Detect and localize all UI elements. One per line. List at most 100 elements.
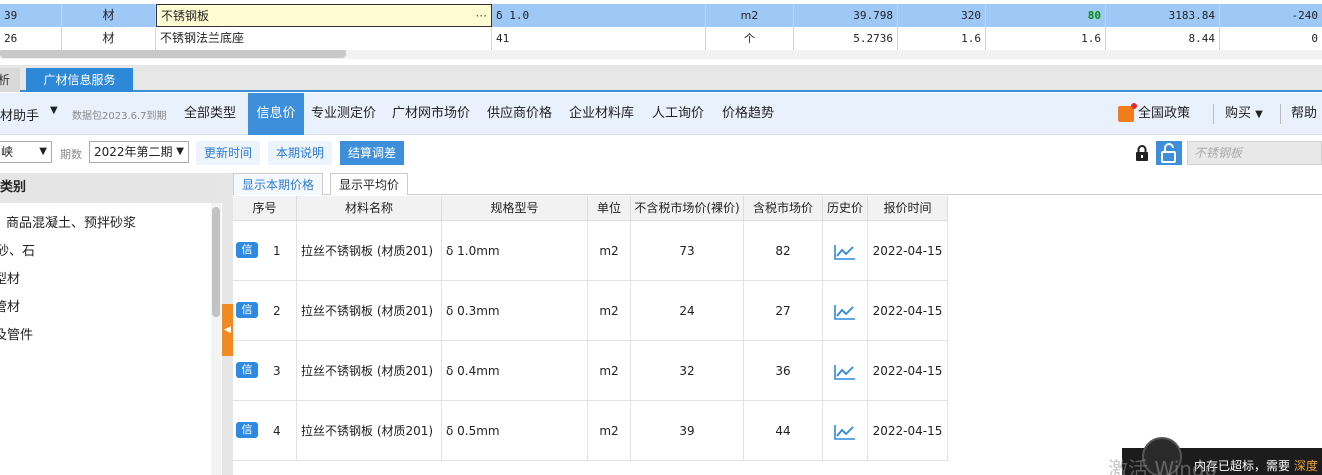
material-spec: δ 0.3mm	[442, 281, 588, 341]
price-inc-tax: 82	[744, 221, 823, 281]
grid-cell-price[interactable]: 1.6	[898, 27, 986, 50]
table-row[interactable]: 信2 拉丝不锈钢板 (材质201) δ 0.3mm m2 24 27 2022-…	[233, 281, 948, 341]
trend-chart-icon[interactable]	[834, 364, 856, 380]
row-number: 4	[273, 424, 281, 438]
grid-cell-no[interactable]: 26	[0, 27, 62, 50]
tab-material-info-service[interactable]: 广材信息服务	[26, 68, 133, 92]
tree-item-sand-stone[interactable]: 砂、石	[0, 240, 35, 259]
grid-cell-qty[interactable]: 39.798	[794, 4, 898, 27]
grid-cell-name[interactable]: 不锈钢法兰底座	[156, 27, 492, 50]
grid-row-selected[interactable]: 39 材 不锈钢板 ··· δ 1.0 m2 39.798 320 80 3183…	[0, 4, 1322, 27]
tree-item-fittings[interactable]: 及管件	[0, 324, 33, 343]
help-link[interactable]: 帮助	[1291, 93, 1317, 135]
unlock-button[interactable]	[1156, 141, 1182, 165]
col-header-price-inc-tax[interactable]: 含税市场价	[744, 196, 823, 221]
grid-cell-no[interactable]: 39	[0, 4, 62, 27]
col-header-name[interactable]: 材料名称	[297, 196, 442, 221]
material-name: 拉丝不锈钢板 (材质201)	[297, 401, 442, 461]
deep-clean-link[interactable]: 深度	[1294, 459, 1318, 473]
national-policy-label: 全国政策	[1138, 106, 1191, 121]
category-professional-price[interactable]: 专业测定价	[307, 93, 380, 135]
chevron-down-icon: ▼	[1255, 109, 1263, 120]
period-note-button[interactable]: 本期说明	[268, 141, 333, 165]
table-row[interactable]: 信4 拉丝不锈钢板 (材质201) δ 0.5mm m2 39 44 2022-…	[233, 401, 948, 461]
region-value: 峡	[1, 145, 14, 159]
category-market-price[interactable]: 广材网市场价	[388, 93, 474, 135]
grid-cell-name-editing[interactable]: 不锈钢板 ···	[156, 4, 492, 27]
ellipsis-button[interactable]: ···	[476, 5, 487, 26]
grid-cell-adjusted-price[interactable]: 80	[986, 4, 1106, 27]
tree-item-concrete[interactable]: 商品混凝土、预拌砂浆	[6, 212, 136, 231]
material-assistant-menu[interactable]: 材助手	[0, 105, 39, 124]
material-name: 拉丝不锈钢板 (材质201)	[297, 341, 442, 401]
history-cell	[823, 281, 868, 341]
update-time-button[interactable]: 更新时间	[196, 141, 261, 165]
material-unit: m2	[588, 341, 631, 401]
category-supplier-price[interactable]: 供应商价格	[483, 93, 556, 135]
grid-cell-type[interactable]: 材	[62, 27, 156, 50]
price-ex-tax: 24	[631, 281, 744, 341]
row-no-cell: 信1	[233, 221, 297, 281]
category-price-trend[interactable]: 价格趋势	[718, 93, 778, 135]
collapse-panel-button[interactable]: ◀	[222, 304, 233, 356]
tab-average-price[interactable]: 显示平均价	[330, 173, 409, 195]
table-row[interactable]: 信3 拉丝不锈钢板 (材质201) δ 0.4mm m2 32 36 2022-…	[233, 341, 948, 401]
buy-menu[interactable]: 购买 ▼	[1225, 93, 1263, 135]
grid-cell-unit[interactable]: 个	[706, 27, 794, 50]
grid-cell-amount[interactable]: 8.44	[1106, 27, 1220, 50]
settle-adjust-button[interactable]: 结算调差	[340, 141, 405, 165]
divider	[1280, 104, 1281, 124]
grid-cell-name-text[interactable]: 不锈钢板	[161, 9, 209, 23]
tree-item-pipe[interactable]: 管材	[0, 296, 20, 315]
grid-cell-spec[interactable]: 41	[492, 27, 706, 50]
grid-cell-diff[interactable]: -240	[1220, 4, 1322, 27]
chevron-down-icon: ▼	[176, 146, 184, 157]
chevron-down-icon[interactable]: ▼	[50, 105, 58, 116]
tree-item-profile[interactable]: 型材	[0, 268, 20, 287]
grid-cell-diff[interactable]: 0	[1220, 27, 1322, 50]
row-no-cell: 信2	[233, 281, 297, 341]
col-header-date[interactable]: 报价时间	[868, 196, 948, 221]
col-header-price-ex-tax[interactable]: 不含税市场价(裸价)	[631, 196, 744, 221]
tab-current-price[interactable]: 显示本期价格	[233, 173, 324, 195]
material-name: 拉丝不锈钢板 (材质201)	[297, 221, 442, 281]
history-cell	[823, 221, 868, 281]
region-select[interactable]: 峡 ▼	[0, 141, 52, 163]
trend-chart-icon[interactable]	[834, 244, 856, 260]
grid-row[interactable]: 26 材 不锈钢法兰底座 41 个 5.2736 1.6 1.6 8.44 0	[0, 27, 1322, 50]
category-manual-inquiry[interactable]: 人工询价	[648, 93, 708, 135]
quote-date: 2022-04-15	[868, 281, 948, 341]
tab-analysis[interactable]: 析	[0, 68, 20, 92]
chevron-down-icon: ▼	[39, 146, 47, 157]
trend-chart-icon[interactable]	[834, 424, 856, 440]
grid-cell-unit[interactable]: m2	[706, 4, 794, 27]
price-inc-tax: 27	[744, 281, 823, 341]
national-policy-link[interactable]: 全国政策	[1118, 93, 1190, 135]
material-search-input[interactable]: 不锈钢板	[1187, 141, 1322, 165]
col-header-history[interactable]: 历史价	[823, 196, 868, 221]
grid-cell-adjusted-price[interactable]: 1.6	[986, 27, 1106, 50]
category-enterprise-library[interactable]: 企业材料库	[565, 93, 638, 135]
grid-cell-price[interactable]: 320	[898, 4, 986, 27]
grid-cell-qty[interactable]: 5.2736	[794, 27, 898, 50]
price-table-header: 序号 材料名称 规格型号 单位 不含税市场价(裸价) 含税市场价 历史价 报价时…	[233, 196, 948, 221]
col-header-no[interactable]: 序号	[233, 196, 297, 221]
category-all-types[interactable]: 全部类型	[180, 93, 240, 135]
category-info-price[interactable]: 信息价	[248, 93, 304, 135]
row-number: 1	[273, 244, 281, 258]
table-row[interactable]: 信1 拉丝不锈钢板 (材质201) δ 1.0mm m2 73 82 2022-…	[233, 221, 948, 281]
col-header-spec[interactable]: 规格型号	[442, 196, 588, 221]
divider	[1213, 104, 1214, 124]
grid-cell-spec[interactable]: δ 1.0	[492, 4, 706, 27]
vertical-scrollbar-thumb[interactable]	[212, 207, 220, 317]
lock-icon[interactable]	[1133, 144, 1151, 162]
trend-chart-icon[interactable]	[834, 304, 856, 320]
grid-cell-amount[interactable]: 3183.84	[1106, 4, 1220, 27]
material-spec: δ 1.0mm	[442, 221, 588, 281]
grid-cell-type[interactable]: 材	[62, 4, 156, 27]
col-header-unit[interactable]: 单位	[588, 196, 631, 221]
history-cell	[823, 401, 868, 461]
price-view-tabs: 显示本期价格 显示平均价	[233, 173, 1322, 195]
period-select[interactable]: 2022年第二期 ▼	[89, 141, 189, 163]
price-inc-tax: 44	[744, 401, 823, 461]
